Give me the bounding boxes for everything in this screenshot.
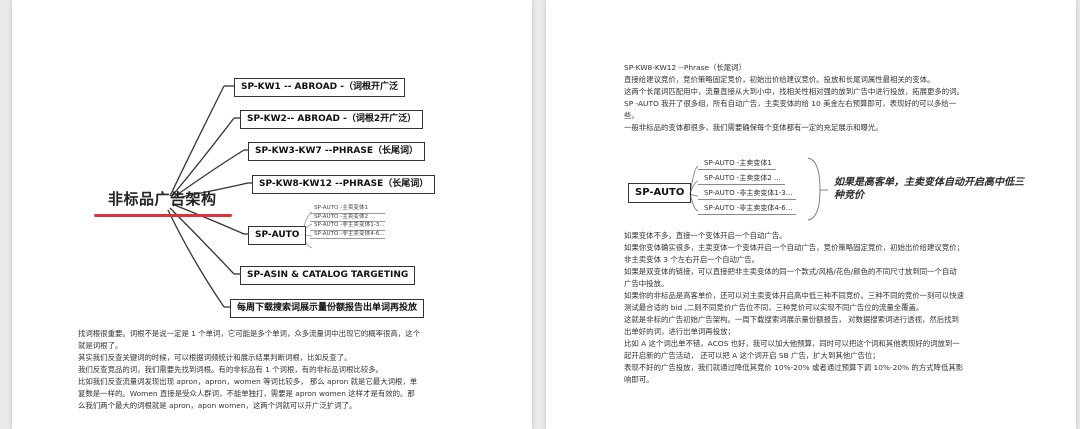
text-line: 如果你变体确实很多，主卖变体一个变体开启一个自动广告，竞价策略固定竞价，初始出价… <box>624 243 964 252</box>
text-line: 如果变体不多，直接一个变体开启一个自动广告。 <box>624 231 787 240</box>
text-line: 出单好的词，进行出单词再投放； <box>624 327 735 336</box>
sp-auto-node: SP-AUTO <box>628 183 692 203</box>
auto-leaf: SP-AUTO -主卖变体2 ... <box>310 214 385 222</box>
text-line: 其实我们反查关键词的时候，可以根据词频统计和展示结果判断词根，比如反查了。 <box>78 353 352 362</box>
auto-leaf-list: SP-AUTO -主卖变体1 SP-AUTO -主卖变体2 ... SP-AUT… <box>310 205 385 239</box>
kw-node-asin: SP-ASIN & CATALOG TARGETING <box>240 266 416 285</box>
kw-node-3: SP-KW3-KW7 --PHRASE（长尾词） <box>248 142 425 161</box>
text-line: 比如我们反查流量词发现出现 apron，apron，women 等词比较多， 那… <box>78 377 418 386</box>
text-line: 找词根很重要。词根不是说一定是 1 个单词，它可能是多个单词，众多流量词中出现它… <box>78 329 420 338</box>
auto-leaf: SP-AUTO -主卖变体2 ... <box>698 173 785 185</box>
text-line: 表现不好的广告投放，我们就通过降低其竞价 10%-20% 或者通过预算下调 10… <box>624 363 964 372</box>
auto-leaf: SP-AUTO -非主卖变体1-3... <box>698 188 797 200</box>
kw-node-1: SP-KW1 -- ABROAD -（词根开广泛 <box>234 78 406 97</box>
auto-leaf: SP-AUTO -非主卖变体4-6... <box>310 231 385 239</box>
text-line: 我们反查竞品的词，我们需要先找到词根。有的非标品有 1 个词根，有的非标品词根比… <box>78 365 384 374</box>
text-line: 非主卖变体 3 个左右开启一个自动广告。 <box>624 255 760 264</box>
mindmap-root: 非标品广告架构 <box>108 190 217 208</box>
text-line: 复数是一样的。Women 直接是受众人群词，不能单独打，需要是 apron wo… <box>78 389 415 398</box>
text-line: 比如 A 这个词出单不错，ACOS 也好，我可以加大他预算，同时可以把这个词和其… <box>624 339 960 348</box>
left-page: 非标品广告架构 SP-KW1 -- ABROAD -（词根开广泛 SP-KW2-… <box>12 0 532 429</box>
root-underline <box>94 214 232 217</box>
auto-leaf: SP-AUTO -主卖变体1 <box>698 158 776 170</box>
kw-node-4: SP-KW8-KW12 --PHRASE（长尾词） <box>252 175 436 194</box>
text-line: 就是词根了。 <box>78 341 123 350</box>
text-line: 这就是非标的广告初始广告架构。一周下载搜索词展示量份额报告， 对数据搜索词进行透… <box>624 315 959 324</box>
text-line: 如果你的非标品是高客单价，还可以对主卖变体开启高中低三种不同竞价。三种不同的竞价… <box>624 291 964 300</box>
left-paragraph: 找词根很重要。词根不是说一定是 1 个单词，它可能是多个单词，众多流量词中出现它… <box>78 328 518 412</box>
kw-node-auto: SP-AUTO <box>248 226 307 245</box>
auto-leaf: SP-AUTO -主卖变体1 <box>310 205 385 214</box>
kw-node-report: 每周下载搜索词展示量份额报告出单词再投放 <box>230 299 425 318</box>
high-ticket-note: 如果是高客单，主卖变体自动开启高中低三种竞价 <box>834 177 1024 201</box>
text-line: 么我们两个最大的词根就是 apron，apon women，这两个词就可以开广泛… <box>78 401 357 410</box>
text-line: 如果是双变体的链接，可以直接把非主卖变体的同一个款式/风格/花色/颜色的不同尺寸… <box>624 267 957 276</box>
text-line: 测试最合适的 bid ,二则不同竞价广告位不同，三种竞价可以实现不同广告位的流量… <box>624 303 924 312</box>
text-line: 响即可。 <box>624 375 654 384</box>
auto-leaf: SP-AUTO -非主卖变体1-3... <box>310 222 385 231</box>
text-line: 广告中投放。 <box>624 279 669 288</box>
right-page: SP-KW8-KW12 --Phrase（长尾词） 直接给建议竞价，竞价策略固定… <box>546 0 1076 429</box>
auto-leaf: SP-AUTO -非主卖变体4-6... <box>698 203 797 215</box>
right-bottom-text: 如果变体不多，直接一个变体开启一个自动广告。 如果你变体确实很多，主卖变体一个变… <box>624 230 1014 386</box>
text-line: 起开启新的广告活动， 还可以把 A 这个词开启 SB 广告，扩大到其他广告位； <box>624 351 880 360</box>
kw-node-2: SP-KW2-- ABROAD -（词根2开广泛） <box>240 110 424 129</box>
